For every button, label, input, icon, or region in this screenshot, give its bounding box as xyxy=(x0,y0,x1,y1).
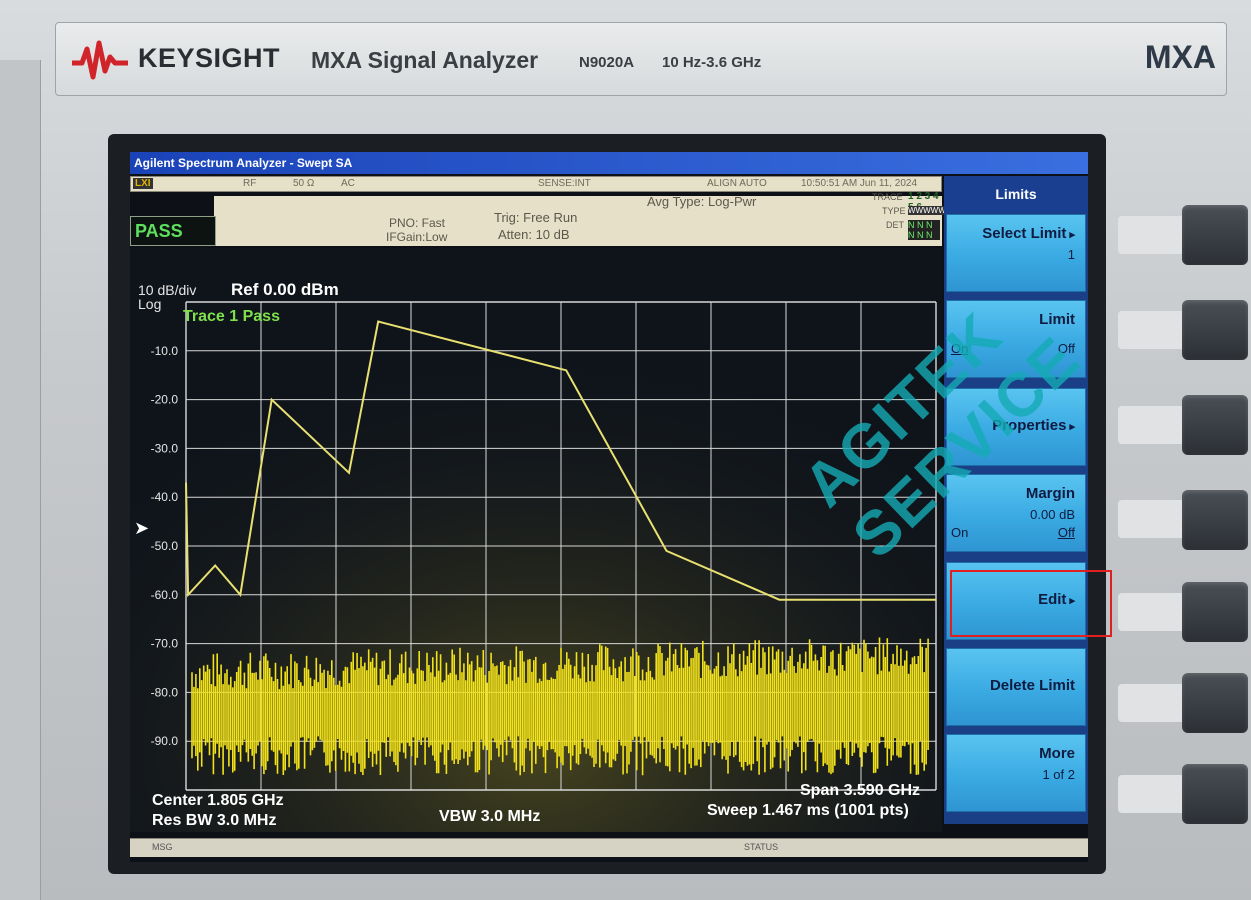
y-tick-label: -40.0 xyxy=(151,490,179,504)
ref-level: Ref 0.00 dBm xyxy=(231,280,339,299)
hw-key-tab-2 xyxy=(1118,311,1188,349)
window-title: Agilent Spectrum Analyzer - Swept SA xyxy=(130,152,1088,174)
input-coupling: AC xyxy=(341,178,355,189)
lxi-badge: LXI xyxy=(133,178,153,189)
delete-limit-button[interactable]: Delete Limit xyxy=(946,648,1086,726)
span: Span 3.590 GHz xyxy=(800,782,921,799)
trace-label: TRACE xyxy=(872,192,903,202)
limit-label: Limit xyxy=(1039,311,1075,328)
analyzer-screen: Agilent Spectrum Analyzer - Swept SA LXI… xyxy=(130,152,1088,862)
hw-softkey-5[interactable] xyxy=(1182,582,1248,642)
det-label: DET xyxy=(886,220,904,230)
margin-on-option: On xyxy=(951,525,969,540)
select-limit-value: 1 xyxy=(1067,247,1075,262)
hw-softkey-2[interactable] xyxy=(1182,300,1248,360)
hw-key-tab-4 xyxy=(1118,500,1188,538)
frequency-range: 10 Hz-3.6 GHz xyxy=(662,54,762,71)
hw-key-tab-1 xyxy=(1118,216,1188,254)
status-label: STATUS xyxy=(744,842,779,852)
mouse-pointer-icon: ➤ xyxy=(134,518,150,538)
model-name: MXA Signal Analyzer xyxy=(311,47,539,73)
properties-label: Properties ▸ xyxy=(992,417,1075,434)
submenu-arrow-icon: ▸ xyxy=(1066,421,1075,433)
delete-limit-label: Delete Limit xyxy=(989,677,1075,694)
pno-setting: PNO: Fast xyxy=(389,216,446,230)
input-type: RF xyxy=(243,178,257,189)
attenuation-setting: Atten: 10 dB xyxy=(498,227,570,242)
average-type: Avg Type: Log-Pwr xyxy=(647,194,757,209)
limit-off-option: Off xyxy=(1057,341,1075,356)
limit-toggle-button[interactable]: Limit On Off xyxy=(946,300,1086,378)
res-bw: Res BW 3.0 MHz xyxy=(152,812,277,829)
hw-key-tab-5 xyxy=(1118,593,1188,631)
trigger-setting: Trig: Free Run xyxy=(494,210,578,225)
limit-on-option: On xyxy=(951,341,969,356)
ifgain-setting: IFGain:Low xyxy=(386,230,448,244)
y-tick-label: -10.0 xyxy=(151,344,179,358)
hw-softkey-6[interactable] xyxy=(1182,673,1248,733)
measurement-bar: PNO: Fast IFGain:Low Trig: Free Run Atte… xyxy=(214,194,942,246)
margin-button[interactable]: Margin 0.00 dB On Off xyxy=(946,474,1086,552)
softkey-panel: Limits Select Limit ▸ 1 Limit On Off Pro… xyxy=(944,176,1088,824)
submenu-arrow-icon: ▸ xyxy=(1066,229,1075,241)
model-number: N9020A xyxy=(579,54,635,71)
instrument-header: KEYSIGHT MXA Signal Analyzer N9020A 10 H… xyxy=(55,22,1227,96)
margin-label: Margin xyxy=(1025,485,1075,502)
input-impedance: 50 Ω xyxy=(293,178,315,189)
status-strip: LXI RF 50 Ω AC SENSE:INT ALIGN AUTO 10:5… xyxy=(130,176,942,192)
select-limit-button[interactable]: Select Limit ▸ 1 xyxy=(946,214,1086,292)
y-tick-label: -60.0 xyxy=(151,588,179,602)
trace-pass-status: Trace 1 Pass xyxy=(183,308,280,325)
y-axis-ticks: -10.0 -20.0 -30.0 -40.0 -50.0 -60.0 -70.0 -80.0… xyxy=(151,344,179,748)
hw-key-tab-7 xyxy=(1118,775,1188,813)
edit-highlight-box xyxy=(950,570,1112,637)
y-tick-label: -80.0 xyxy=(151,685,179,699)
hw-key-tab-6 xyxy=(1118,684,1188,722)
date-time: 10:50:51 AM Jun 11, 2024 xyxy=(801,178,918,189)
y-tick-label: -30.0 xyxy=(151,441,179,455)
y-tick-label: -70.0 xyxy=(151,637,179,651)
scale-type: Log xyxy=(138,296,162,312)
mxa-badge: MXA xyxy=(1144,39,1216,75)
sense-status: SENSE:INT xyxy=(538,178,591,189)
hw-softkey-1[interactable] xyxy=(1182,205,1248,265)
brand-name: KEYSIGHT xyxy=(138,43,281,73)
y-tick-label: -20.0 xyxy=(151,393,179,407)
softkey-menu-title: Limits xyxy=(944,176,1088,212)
bezel-left-edge xyxy=(0,60,41,900)
spectrum-plot: -10.0 -20.0 -30.0 -40.0 -50.0 -60.0 -70.0 -80.0… xyxy=(130,248,942,832)
trace-info: TRACE 1 2 3 4 5 6 TYPE WWWWWW DET N N N … xyxy=(870,191,954,240)
y-tick-label: -50.0 xyxy=(151,539,179,553)
sweep-time: Sweep 1.467 ms (1001 pts) xyxy=(707,802,909,819)
det-value: N N N N N N xyxy=(908,220,940,240)
margin-value: 0.00 dB xyxy=(1030,507,1075,522)
more-label: More xyxy=(1039,745,1075,762)
properties-button[interactable]: Properties ▸ xyxy=(946,388,1086,466)
y-tick-label: -90.0 xyxy=(151,734,179,748)
plot-svg: -10.0 -20.0 -30.0 -40.0 -50.0 -60.0 -70.0 -80.0… xyxy=(130,248,942,832)
hw-softkey-7[interactable] xyxy=(1182,764,1248,824)
hw-softkey-3[interactable] xyxy=(1182,395,1248,455)
more-page: 1 of 2 xyxy=(1042,767,1075,782)
center-frequency: Center 1.805 GHz xyxy=(152,792,284,809)
msg-label: MSG xyxy=(152,842,173,852)
margin-off-option: Off xyxy=(1057,525,1075,540)
message-bar: MSG STATUS xyxy=(130,838,1088,857)
hw-softkey-4[interactable] xyxy=(1182,490,1248,550)
type-label: TYPE xyxy=(882,206,906,216)
align-status: ALIGN AUTO xyxy=(707,178,767,189)
keysight-logo-icon xyxy=(72,40,128,80)
vbw: VBW 3.0 MHz xyxy=(439,808,541,825)
more-button[interactable]: More 1 of 2 xyxy=(946,734,1086,812)
pass-indicator: PASS xyxy=(130,216,216,246)
hw-key-tab-3 xyxy=(1118,406,1188,444)
select-limit-label: Select Limit ▸ xyxy=(982,225,1075,242)
